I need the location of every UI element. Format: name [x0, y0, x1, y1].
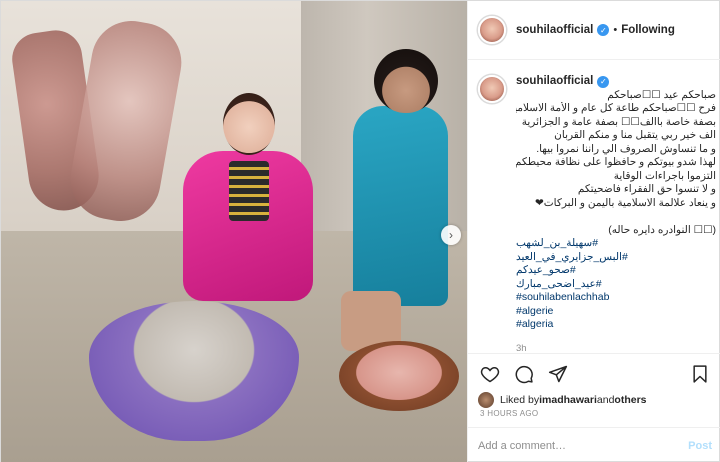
caption-line: الف خير ربي يتقبل منا و منكم القربان: [554, 129, 716, 141]
photo-bowl: [339, 341, 459, 411]
caption-avatar[interactable]: [478, 75, 506, 103]
post-timestamp[interactable]: 3 HOURS AGO: [480, 409, 538, 418]
comments-section[interactable]: souhilaofficial ✓ صباحكم عيد ☐☐صباحكم فر…: [468, 61, 720, 353]
next-photo-button[interactable]: ›: [441, 225, 461, 245]
verified-badge-icon: ✓: [597, 75, 610, 88]
comment-input[interactable]: [478, 439, 689, 452]
caption-line: لهذا شدو بيوتكم و حافظوا على نظافة محيطك…: [516, 156, 716, 168]
add-comment-bar: Post: [468, 427, 720, 462]
caption-header: souhilaofficial ✓: [516, 75, 716, 89]
share-icon: [548, 365, 568, 382]
likes-prefix: Liked by: [500, 394, 540, 406]
hashtag-link[interactable]: #صحو_عيدكم: [516, 264, 716, 278]
header-separator: •: [613, 24, 618, 36]
hashtag-link[interactable]: #souhilabenlachhab: [516, 291, 716, 305]
caption: souhilaofficial ✓ صباحكم عيد ☐☐صباحكم فر…: [478, 75, 716, 353]
following-button[interactable]: Following: [621, 24, 675, 36]
hashtag-link[interactable]: #عيد_اضحى_مبارك: [516, 278, 716, 292]
like-button[interactable]: [478, 362, 502, 386]
hashtag-link[interactable]: #البس_جزايري_في_العيد: [516, 251, 716, 265]
caption-time: 3h: [516, 342, 527, 354]
caption-line: بصفة خاصة باالف☐☐ بصفة عامة و الجزائرية: [521, 115, 716, 128]
caption-line: صباحكم عيد ☐☐صباحكم: [607, 88, 716, 101]
post-side-pane: souhilaofficial ✓ • Following souhilaoff…: [467, 1, 720, 462]
instagram-post: › souhilaofficial ✓ • Following souhilao…: [0, 0, 720, 462]
comment-icon: [515, 365, 533, 383]
bookmark-icon: [693, 364, 707, 383]
heart-icon: [480, 366, 500, 382]
avatar[interactable]: [478, 16, 506, 44]
photo-dress-embroidery: [229, 161, 269, 221]
hashtag-link[interactable]: #algerie: [516, 305, 716, 319]
post-header: souhilaofficial ✓ • Following: [468, 1, 720, 60]
likes-middle: and: [596, 394, 615, 406]
post-comment-button[interactable]: Post: [688, 440, 712, 452]
header-username[interactable]: souhilaofficial: [516, 24, 593, 36]
caption-line: و ينعاد علالمة الاسلامية باليمن و البركا…: [534, 196, 716, 209]
hashtag-link[interactable]: #سهيلة_بن_لشهب: [516, 237, 716, 251]
share-button[interactable]: [546, 362, 570, 386]
likes-summary: Liked by imadhawari and others: [478, 392, 647, 408]
liker-username[interactable]: imadhawari: [539, 394, 597, 406]
photo-girl-head: [374, 49, 438, 113]
likes-others-link[interactable]: others: [614, 394, 646, 406]
caption-line: و لا تنسوا حق الفقراء فاضحيتكم: [577, 183, 716, 195]
photo-woman-head: [223, 93, 275, 155]
caption-body: souhilaofficial ✓ صباحكم عيد ☐☐صباحكم فر…: [516, 75, 716, 353]
post-photo[interactable]: ›: [1, 1, 467, 462]
liker-avatar[interactable]: [478, 392, 494, 408]
caption-line: التزموا باجراءات الوقاية: [613, 169, 716, 182]
caption-line: [516, 210, 716, 224]
caption-username[interactable]: souhilaofficial: [516, 75, 593, 89]
hashtag-link[interactable]: #algeria: [516, 318, 716, 332]
action-bar: [468, 353, 720, 393]
caption-line: فرح ☐☐صباحكم طاعة كل عام و الأمة الاسلام…: [516, 102, 716, 114]
save-button[interactable]: [688, 362, 712, 386]
caption-line: و ما تنساوش الصروف الي راننا نمروا بيها.: [536, 142, 716, 155]
photo-girl-dress: [353, 106, 448, 306]
comment-button[interactable]: [512, 362, 536, 386]
caption-line: (☐☐ النوادره دايره حاله): [608, 223, 716, 236]
verified-badge-icon: ✓: [597, 24, 610, 36]
